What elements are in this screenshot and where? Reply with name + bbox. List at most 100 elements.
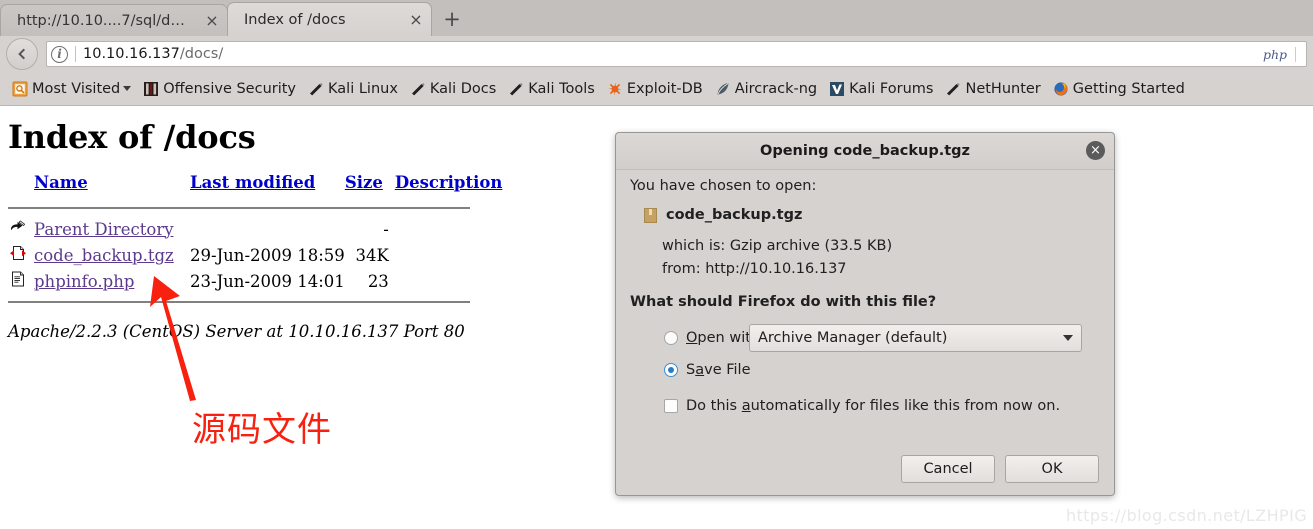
- url-bar[interactable]: i 10.10.16.137/docs/ php: [46, 41, 1307, 67]
- bookmark-getting-started[interactable]: Getting Started: [1047, 76, 1191, 102]
- radio-open-with[interactable]: Open with: [664, 330, 760, 346]
- bookmark-offensive-security[interactable]: Offensive Security: [137, 76, 302, 102]
- bookmark-label: Offensive Security: [163, 80, 297, 97]
- bookmark-label: Kali Tools: [528, 80, 595, 97]
- table-row: code_backup.tgz 29-Jun-2009 18:59 34K: [8, 242, 505, 268]
- link-parent-directory[interactable]: Parent Directory: [34, 220, 174, 239]
- annotation-label: 源码文件: [192, 410, 332, 450]
- bookmark-kali-forums[interactable]: Kali Forums: [823, 76, 939, 102]
- listing-bottom-rule-row: [8, 294, 505, 310]
- kali-dragon-icon: [510, 82, 523, 95]
- open-with-selected-value: Archive Manager (default): [758, 330, 948, 346]
- dialog-question: What should Firefox do with this file?: [630, 294, 937, 310]
- bookmark-kali-docs[interactable]: Kali Docs: [404, 76, 502, 102]
- tab-close-icon[interactable]: ×: [407, 11, 425, 29]
- mnemonic-letter: a: [695, 362, 705, 378]
- php-badge: php: [1263, 46, 1296, 62]
- bookmark-label: NetHunter: [965, 80, 1041, 97]
- bookmark-most-visited[interactable]: Most Visited: [6, 76, 137, 102]
- table-row: Parent Directory -: [8, 216, 505, 242]
- offensive-security-icon: [144, 81, 159, 96]
- open-with-application-select[interactable]: Archive Manager (default): [749, 324, 1082, 352]
- bookmark-kali-linux[interactable]: Kali Linux: [302, 76, 404, 102]
- text-file-icon: [12, 271, 24, 287]
- chevron-down-icon[interactable]: [123, 86, 132, 91]
- row-icon-cell: [8, 216, 34, 242]
- kali-forums-icon: [830, 81, 845, 96]
- directory-listing-table: Name Last modified Size Description Pare…: [8, 173, 505, 310]
- sort-by-name-link[interactable]: Name: [34, 173, 88, 192]
- dialog-title: Opening code_backup.tgz: [760, 143, 970, 159]
- bookmark-kali-tools[interactable]: Kali Tools: [502, 76, 601, 102]
- tab-close-icon[interactable]: ×: [203, 12, 221, 30]
- identity-info-icon[interactable]: i: [51, 45, 68, 63]
- dialog-button-row: Cancel OK: [616, 455, 1116, 483]
- row-name-cell: Parent Directory: [34, 216, 190, 242]
- radio-save-file-indicator[interactable]: [664, 363, 678, 377]
- bookmark-label: Kali Forums: [849, 80, 934, 97]
- row-name-cell: phpinfo.php: [34, 268, 190, 294]
- header-name: Name: [34, 173, 190, 200]
- bookmark-label: Kali Docs: [429, 80, 497, 97]
- sort-by-modified-link[interactable]: Last modified: [190, 173, 315, 192]
- firefox-icon: [1054, 81, 1068, 96]
- navigation-toolbar: i 10.10.16.137/docs/ php: [0, 36, 1313, 72]
- header-icon-cell: [8, 173, 34, 200]
- tab-sql-db[interactable]: http://10.10....7/sql/db.sql ×: [0, 4, 228, 36]
- cancel-button[interactable]: Cancel: [901, 455, 995, 483]
- checkbox-indicator[interactable]: [664, 399, 678, 413]
- watermark: https://blog.csdn.net/LZHPIG: [1065, 506, 1307, 525]
- radio-save-file[interactable]: Save File: [664, 362, 750, 378]
- page-title: Index of /docs: [8, 118, 256, 156]
- label-pre: S: [686, 362, 696, 378]
- row-description-cell: [395, 242, 505, 268]
- exploit-db-icon: [608, 82, 622, 95]
- bookmark-aircrack-ng[interactable]: Aircrack-ng: [709, 76, 823, 102]
- tab-strip-empty-area: [469, 4, 1313, 36]
- row-size-cell: 34K: [355, 245, 389, 265]
- ok-button[interactable]: OK: [1005, 455, 1099, 483]
- row-size-cell: 23: [367, 271, 389, 291]
- new-tab-icon[interactable]: +: [435, 3, 469, 35]
- tab-title: Index of /docs: [244, 11, 346, 28]
- compressed-file-icon: [10, 246, 26, 260]
- back-button[interactable]: [6, 38, 38, 70]
- kali-dragon-icon: [310, 82, 323, 95]
- horizontal-rule: [8, 301, 470, 303]
- listing-top-rule-row: [8, 200, 505, 216]
- sort-by-size-link[interactable]: Size: [345, 173, 383, 192]
- table-row: phpinfo.php 23-Jun-2009 14:01 23: [8, 268, 505, 294]
- bookmarks-toolbar: Most Visited Offensive Security Kali Lin…: [0, 72, 1313, 106]
- label-rest: utomatically for files like this from no…: [750, 398, 1061, 414]
- sort-by-description-link[interactable]: Description: [395, 173, 503, 192]
- parent-directory-icon: [11, 220, 26, 231]
- row-modified-cell: 29-Jun-2009 18:59: [190, 245, 345, 265]
- bookmark-nethunter[interactable]: NetHunter: [939, 76, 1046, 102]
- url-path: /docs/: [179, 46, 224, 62]
- row-description-cell: [395, 268, 505, 294]
- horizontal-rule: [8, 207, 470, 209]
- bookmark-exploit-db[interactable]: Exploit-DB: [601, 76, 709, 102]
- header-last-modified: Last modified: [190, 173, 345, 200]
- label-pre: Do this: [686, 398, 742, 414]
- link-phpinfo-php[interactable]: phpinfo.php: [34, 272, 134, 291]
- header-size: Size: [345, 173, 395, 200]
- row-icon-cell: [8, 268, 34, 294]
- do-this-automatically-checkbox-row[interactable]: Do this automatically for files like thi…: [664, 398, 1060, 414]
- radio-open-with-indicator[interactable]: [664, 331, 678, 345]
- kali-dragon-icon: [947, 82, 961, 95]
- bookmark-label: Kali Linux: [328, 80, 398, 97]
- row-icon-cell: [8, 242, 34, 268]
- row-name-cell: code_backup.tgz: [34, 242, 190, 268]
- chevron-down-icon[interactable]: [1063, 335, 1073, 341]
- close-icon[interactable]: ×: [1086, 141, 1105, 160]
- server-signature: Apache/2.2.3 (CentOS) Server at 10.10.16…: [8, 322, 465, 341]
- tab-index-of-docs[interactable]: Index of /docs ×: [227, 2, 432, 36]
- link-code-backup-tgz[interactable]: code_backup.tgz: [34, 246, 174, 265]
- label-rest: ve File: [704, 362, 751, 378]
- archive-file-icon: [644, 207, 657, 223]
- url-input[interactable]: 10.10.16.137/docs/: [83, 46, 223, 62]
- back-arrow-icon: [18, 48, 25, 60]
- url-host: 10.10.16.137: [83, 46, 180, 62]
- dialog-file-type: which is: Gzip archive (33.5 KB): [662, 238, 893, 254]
